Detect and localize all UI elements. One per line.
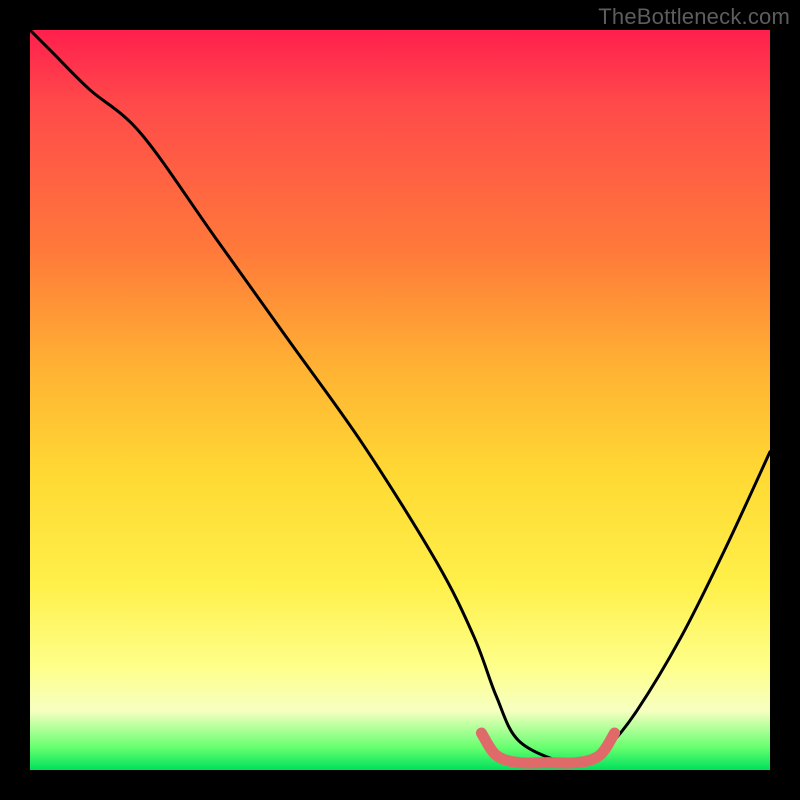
- curves-layer: [30, 30, 770, 770]
- plot-area: [30, 30, 770, 770]
- chart-frame: TheBottleneck.com: [0, 0, 800, 800]
- optimal-range-marker: [481, 733, 614, 763]
- watermark-text: TheBottleneck.com: [598, 4, 790, 30]
- bottleneck-curve: [30, 30, 770, 765]
